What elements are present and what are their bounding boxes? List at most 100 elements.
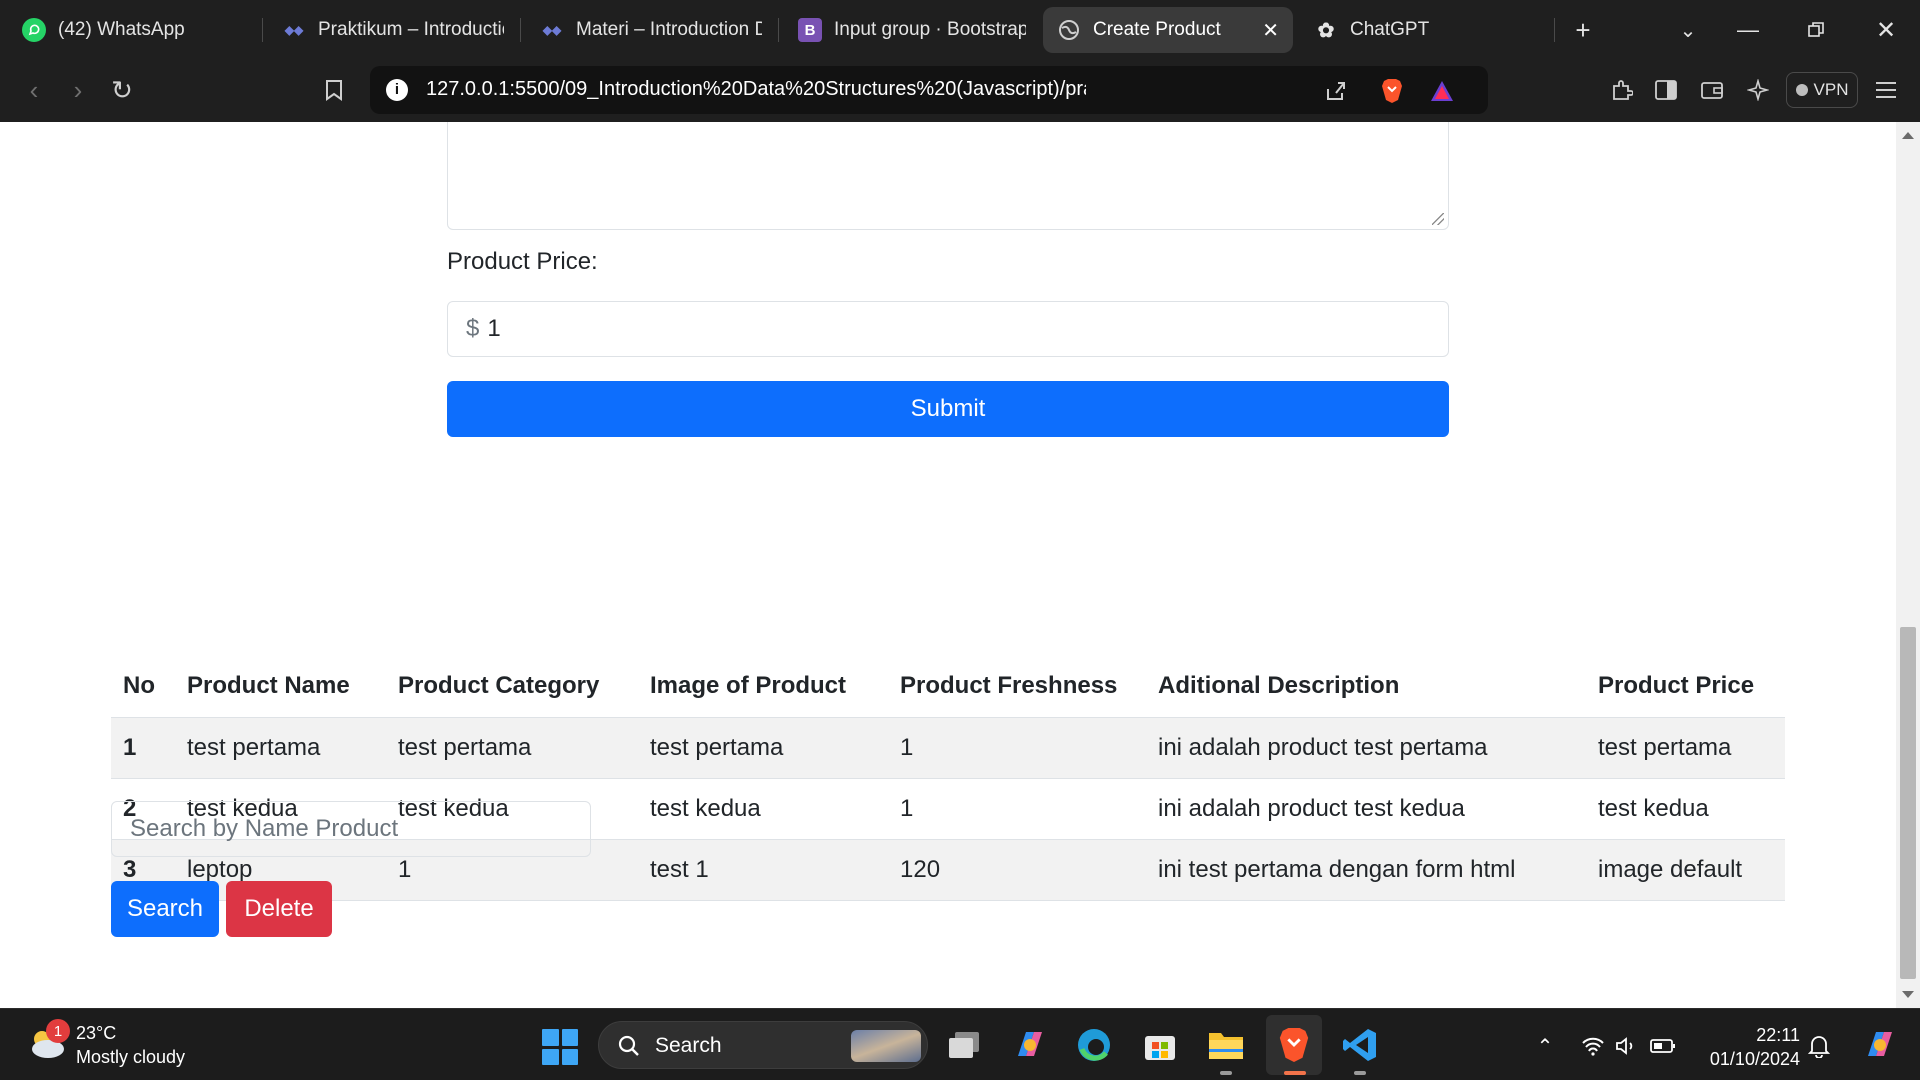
tab-title: Materi – Introduction D <box>576 19 762 40</box>
resize-grip-icon[interactable] <box>1432 213 1444 225</box>
browser-toolbar: ‹ › ↻ i 127.0.0.1:5500/09_Introduction%2… <box>0 58 1920 122</box>
vpn-label: VPN <box>1813 80 1849 99</box>
weather-badge: 1 <box>46 1019 70 1043</box>
header-product-name: Product Name <box>175 655 386 718</box>
bookmark-icon[interactable] <box>316 72 352 108</box>
vpn-button[interactable]: VPN <box>1786 72 1858 108</box>
search-button[interactable]: Search <box>111 881 219 937</box>
back-icon[interactable]: ‹ <box>16 72 52 108</box>
weather-temperature[interactable]: 23°C <box>76 1023 116 1044</box>
cell-image-of-product: test 1 <box>638 839 888 901</box>
site-info-icon[interactable]: i <box>386 79 408 101</box>
cell-product-category: test pertama <box>386 717 638 779</box>
menu-icon[interactable] <box>1868 72 1904 108</box>
tab-bootstrap[interactable]: B Input group · Bootstrap <box>784 7 1040 53</box>
tab-title: Praktikum – Introductio <box>318 19 504 40</box>
taskbar-search-label: Search <box>655 1034 722 1057</box>
start-windows-icon[interactable] <box>542 1029 578 1065</box>
share-icon[interactable] <box>1322 77 1350 105</box>
leo-ai-icon[interactable] <box>1740 72 1776 108</box>
show-hidden-icons-chevron-icon[interactable]: ⌃ <box>1532 1033 1558 1059</box>
taskbar-search[interactable]: Search <box>598 1021 928 1069</box>
system-clock[interactable]: 22:11 01/10/2024 <box>1700 1023 1800 1071</box>
cell-additional-description: ini adalah product test pertama <box>1146 717 1586 779</box>
copilot-icon[interactable] <box>1008 1023 1052 1067</box>
close-window-icon[interactable]: ✕ <box>1868 12 1904 48</box>
globe-icon <box>1057 18 1081 42</box>
description-textarea[interactable] <box>447 122 1449 230</box>
search-highlight-image <box>851 1030 921 1062</box>
windows-taskbar: 1 23°C Mostly cloudy Search ⌃ 22:11 01/1… <box>0 1008 1920 1080</box>
table-row: 1 test pertama test pertama test pertama… <box>111 717 1785 779</box>
battery-icon[interactable] <box>1650 1033 1676 1059</box>
header-product-freshness: Product Freshness <box>888 655 1146 718</box>
tab-separator <box>778 18 779 42</box>
clock-date: 01/10/2024 <box>1709 1049 1800 1069</box>
task-view-icon[interactable] <box>942 1023 986 1067</box>
brave-browser-icon[interactable] <box>1272 1023 1316 1075</box>
tab-whatsapp[interactable]: (42) WhatsApp <box>8 7 260 53</box>
site-icon: ◆◆ <box>542 23 562 37</box>
scrollbar-thumb[interactable] <box>1900 627 1916 979</box>
header-product-price: Product Price <box>1586 655 1785 718</box>
tab-title: (42) WhatsApp <box>58 19 185 40</box>
forward-icon[interactable]: › <box>60 72 96 108</box>
header-product-category: Product Category <box>386 655 638 718</box>
header-no: No <box>111 655 175 718</box>
tab-title: Create Product <box>1093 19 1221 40</box>
tab-praktikum[interactable]: ◆◆ Praktikum – Introductio <box>268 7 518 53</box>
delete-button[interactable]: Delete <box>226 881 332 937</box>
page-content: Product Price: $ 1 Submit No Product Nam… <box>0 122 1896 1008</box>
notifications-bell-icon[interactable] <box>1806 1033 1832 1059</box>
scroll-down-arrow-icon[interactable] <box>1902 991 1914 998</box>
restore-icon[interactable] <box>1798 12 1834 48</box>
wifi-icon[interactable] <box>1580 1033 1606 1059</box>
cell-product-freshness: 1 <box>888 717 1146 779</box>
cell-additional-description: ini adalah product test kedua <box>1146 778 1586 840</box>
scroll-up-arrow-icon[interactable] <box>1902 132 1914 139</box>
search-input[interactable]: Search by Name Product <box>111 801 591 857</box>
tab-title: ChatGPT <box>1350 19 1430 40</box>
tab-list-chevron-icon[interactable]: ⌄ <box>1670 12 1706 48</box>
cell-product-price: test pertama <box>1586 717 1785 779</box>
search-icon <box>617 1034 641 1058</box>
cell-image-of-product: test pertama <box>638 717 888 779</box>
tab-separator <box>1554 18 1555 42</box>
wallet-icon[interactable] <box>1694 72 1730 108</box>
sidebar-icon[interactable] <box>1648 72 1684 108</box>
price-label: Product Price: <box>447 248 598 275</box>
volume-icon[interactable] <box>1614 1033 1640 1059</box>
header-image-of-product: Image of Product <box>638 655 888 718</box>
file-explorer-icon[interactable] <box>1204 1023 1248 1075</box>
tab-chatgpt[interactable]: ✿ ChatGPT <box>1300 7 1540 53</box>
submit-button[interactable]: Submit <box>447 381 1449 437</box>
price-input[interactable]: $ 1 <box>447 301 1449 357</box>
address-bar[interactable]: i 127.0.0.1:5500/09_Introduction%20Data%… <box>370 66 1488 114</box>
brave-rewards-icon[interactable] <box>1428 77 1456 105</box>
vpn-status-icon <box>1795 84 1808 96</box>
price-value: 1 <box>487 315 501 342</box>
minimize-icon[interactable]: — <box>1730 12 1766 48</box>
copilot-preview-icon[interactable] <box>1860 1027 1900 1063</box>
cell-product-price: image default <box>1586 839 1785 901</box>
weather-description[interactable]: Mostly cloudy <box>76 1047 185 1068</box>
reload-icon[interactable]: ↻ <box>104 72 140 108</box>
new-tab-icon[interactable]: + <box>1565 12 1601 48</box>
vscode-icon[interactable] <box>1338 1023 1382 1075</box>
page-scrollbar[interactable] <box>1896 122 1920 1008</box>
tab-create-product[interactable]: Create Product ✕ <box>1043 7 1293 53</box>
browser-tab-strip: (42) WhatsApp ◆◆ Praktikum – Introductio… <box>0 0 1920 58</box>
url-text[interactable]: 127.0.0.1:5500/09_Introduction%20Data%20… <box>426 78 1086 101</box>
cell-additional-description: ini test pertama dengan form html <box>1146 839 1586 901</box>
cell-product-name: test pertama <box>175 717 386 779</box>
running-indicator <box>1220 1071 1232 1075</box>
close-tab-icon[interactable]: ✕ <box>1262 18 1279 43</box>
tab-materi[interactable]: ◆◆ Materi – Introduction D <box>526 7 776 53</box>
whatsapp-icon <box>22 18 46 42</box>
extensions-icon[interactable] <box>1604 72 1640 108</box>
cell-image-of-product: test kedua <box>638 778 888 840</box>
chatgpt-icon: ✿ <box>1317 19 1335 42</box>
microsoft-store-icon[interactable] <box>1138 1023 1182 1067</box>
brave-shields-icon[interactable] <box>1378 77 1406 105</box>
edge-icon[interactable] <box>1072 1023 1116 1067</box>
